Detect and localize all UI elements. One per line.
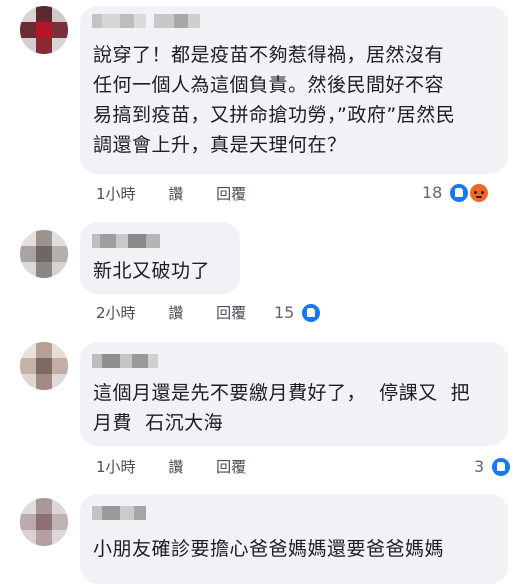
timestamp[interactable]: 2小時 <box>96 303 136 323</box>
reaction-count: 15 <box>274 302 295 322</box>
avatar[interactable] <box>20 342 68 390</box>
comment-actions: 1小時 讚 回覆 <box>96 457 246 477</box>
timestamp[interactable]: 1小時 <box>96 184 136 204</box>
like-icon <box>301 302 322 323</box>
reply-button[interactable]: 回覆 <box>216 184 246 204</box>
comment-bubble: 說穿了！都是疫苗不夠惹得禍，居然沒有 任何一個人為這個負責。然後民間好不容 易搞… <box>80 6 508 174</box>
reaction-count: 18 <box>422 182 443 202</box>
like-button[interactable]: 讚 <box>168 457 183 477</box>
like-button[interactable]: 讚 <box>168 184 183 204</box>
author-name[interactable] <box>92 506 146 522</box>
reply-button[interactable]: 回覆 <box>216 457 246 477</box>
reaction-count: 3 <box>474 456 485 476</box>
angry-icon <box>468 182 489 203</box>
comment-text: 新北又破功了 <box>93 260 211 282</box>
author-name[interactable] <box>92 234 160 250</box>
avatar[interactable] <box>20 6 68 54</box>
timestamp[interactable]: 1小時 <box>96 457 136 477</box>
comment-text: 小朋友確診要擔心爸爸媽媽還要爸爸媽媽 <box>93 538 445 560</box>
comment-actions: 1小時 讚 回覆 <box>96 184 246 204</box>
avatar[interactable] <box>20 230 68 278</box>
reply-button[interactable]: 回覆 <box>216 303 246 323</box>
like-button[interactable]: 讚 <box>168 303 183 323</box>
comment-actions: 2小時 讚 回覆 <box>96 303 246 323</box>
comment-bubble: 小朋友確診要擔心爸爸媽媽還要爸爸媽媽 <box>80 494 508 584</box>
reaction-summary[interactable]: 15 <box>274 301 322 323</box>
author-name[interactable] <box>92 354 158 370</box>
comment-text: 說穿了！都是疫苗不夠惹得禍，居然沒有 任何一個人為這個負責。然後民間好不容 易搞… <box>93 44 456 156</box>
author-name[interactable] <box>92 14 200 30</box>
comment-bubble: 這個月還是先不要繳月費好了， 停課又 把 月費 石沉大海 <box>80 342 508 446</box>
like-icon <box>491 456 512 477</box>
reaction-summary[interactable]: 3 <box>474 455 512 477</box>
avatar[interactable] <box>20 498 68 546</box>
like-icon <box>449 182 470 203</box>
comment-bubble: 新北又破功了 <box>80 222 240 294</box>
comment-text: 這個月還是先不要繳月費好了， 停課又 把 月費 石沉大海 <box>93 382 471 434</box>
reaction-summary[interactable]: 18 <box>422 181 489 203</box>
